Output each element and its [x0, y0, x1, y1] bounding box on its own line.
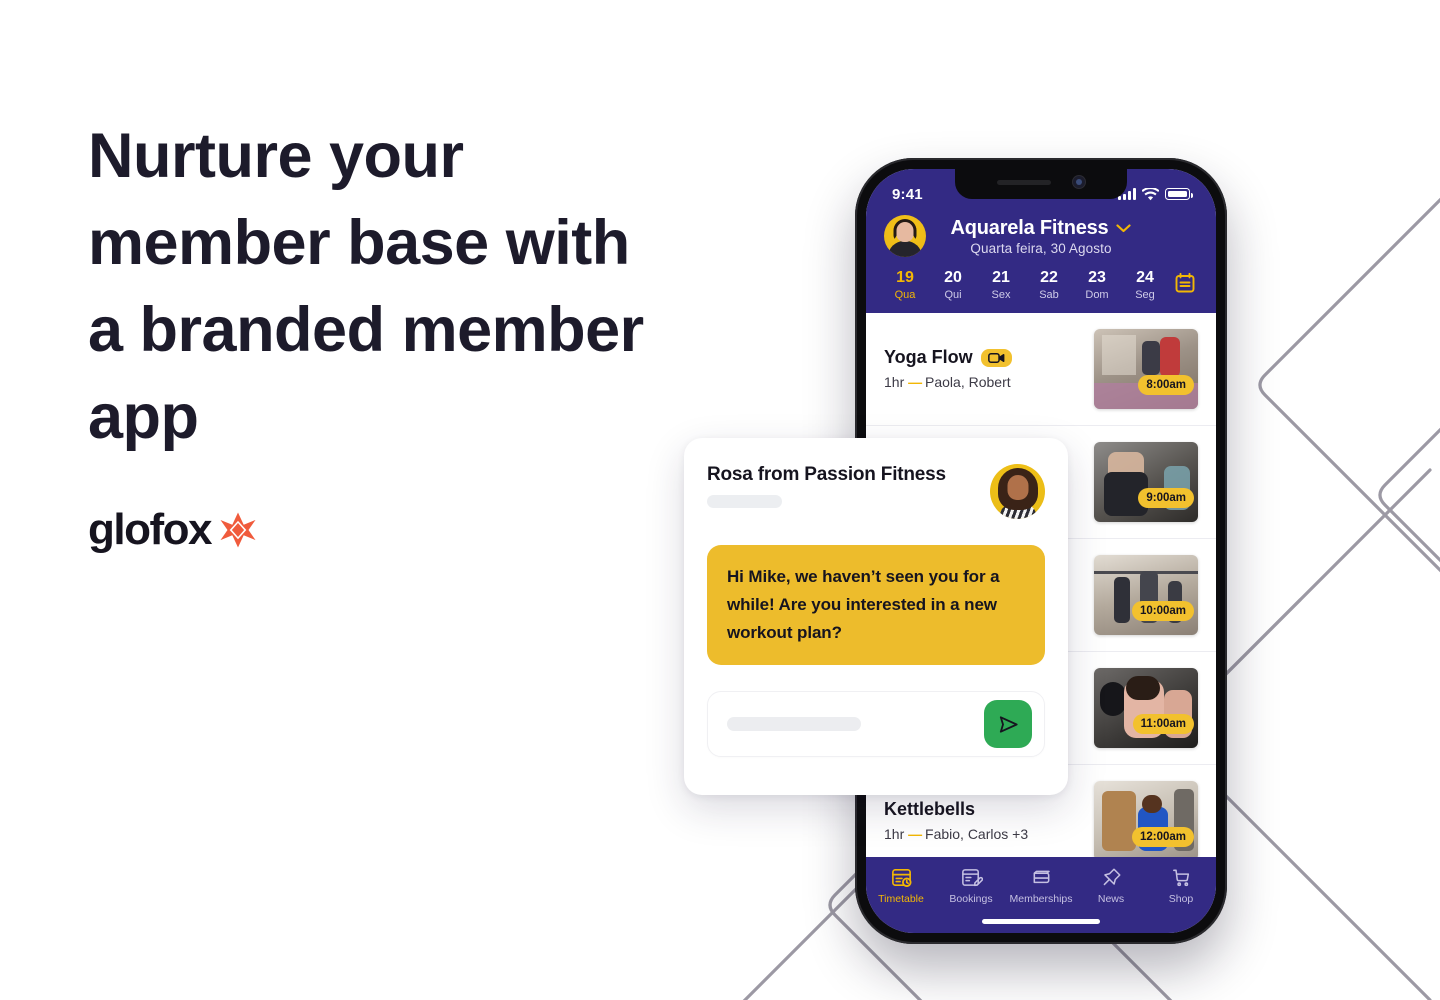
gym-title-block: Aquarela Fitness Quarta feira, 30 Agosto — [884, 217, 1198, 256]
class-info: Yoga Flow 1hr — Paola, Robert — [884, 347, 1012, 390]
rosa-avatar[interactable] — [990, 464, 1045, 519]
date-day: Qua — [894, 288, 916, 301]
current-date-label: Quarta feira, 30 Agosto — [970, 240, 1112, 256]
date-cell-5[interactable]: 24 Seg — [1122, 269, 1168, 301]
date-day: Sex — [991, 288, 1011, 301]
tab-timetable[interactable]: Timetable — [866, 866, 936, 905]
tab-label: News — [1097, 893, 1125, 905]
phone-notch — [955, 169, 1127, 199]
class-name: Kettlebells — [884, 799, 976, 820]
date-number: 24 — [1136, 269, 1154, 286]
date-day: Sab — [1039, 288, 1059, 301]
avatar[interactable] — [884, 215, 926, 257]
class-thumbnail[interactable]: 12:00am — [1094, 780, 1198, 861]
class-meta: 1hr — Fabio, Carlos +3 — [884, 826, 1028, 842]
class-trainers: Paola, Robert — [925, 374, 1011, 391]
gym-name-label: Aquarela Fitness — [950, 216, 1109, 239]
tab-shop[interactable]: Shop — [1146, 866, 1216, 905]
tab-memberships[interactable]: Memberships — [1006, 866, 1076, 905]
chat-sender-name: Rosa from Passion Fitness — [707, 464, 946, 485]
table-row[interactable]: Yoga Flow 1hr — Paola, Robert 8:00am — [866, 313, 1216, 426]
date-day: Seg — [1135, 288, 1155, 301]
class-name-row: Yoga Flow — [884, 347, 1012, 368]
date-number: 20 — [944, 269, 962, 286]
page-headline: Nurture your member base with a branded … — [88, 121, 644, 452]
chevron-down-icon[interactable] — [1116, 223, 1132, 233]
class-trainers: Fabio, Carlos +3 — [925, 826, 1029, 843]
chat-subtitle-placeholder — [707, 495, 782, 508]
chat-card: Rosa from Passion Fitness Hi Mike, we ha… — [684, 438, 1068, 795]
glofox-star-icon — [220, 512, 256, 548]
message-input-placeholder[interactable] — [727, 717, 861, 731]
class-info: Kettlebells 1hr — Fabio, Carlos +3 — [884, 799, 1028, 842]
tab-label: Memberships — [1009, 893, 1073, 905]
date-strip: 19 Qua 20 Qui 21 Sex 22 Sab 23 Dom 24 Se… — [866, 257, 1216, 303]
page-root: Nurture your member base with a branded … — [0, 0, 1440, 1000]
date-number: 22 — [1040, 269, 1058, 286]
earpiece-speaker — [997, 179, 1051, 185]
date-day: Qui — [944, 288, 962, 301]
shopping-cart-icon — [1172, 869, 1189, 887]
wifi-icon — [1142, 187, 1159, 200]
video-camera-icon[interactable] — [980, 348, 1012, 367]
class-thumbnail[interactable]: 11:00am — [1094, 667, 1198, 748]
class-thumbnail[interactable]: 8:00am — [1094, 328, 1198, 409]
bottom-tab-bar: Timetable Bookings Memberships News Shop — [866, 857, 1216, 933]
class-name: Yoga Flow — [884, 347, 973, 368]
status-icons — [1118, 187, 1193, 201]
send-paper-plane-icon — [999, 715, 1018, 733]
date-cell-4[interactable]: 23 Dom — [1074, 269, 1120, 301]
class-time-badge: 10:00am — [1131, 600, 1194, 621]
front-camera-icon — [1073, 176, 1085, 188]
date-number: 23 — [1088, 269, 1106, 286]
send-button[interactable] — [984, 700, 1032, 748]
date-cell-3[interactable]: 22 Sab — [1026, 269, 1072, 301]
meta-separator: — — [908, 826, 922, 843]
chat-sender-block: Rosa from Passion Fitness — [707, 464, 946, 508]
logo-wordmark: glofox — [88, 505, 212, 554]
class-duration: 1hr — [884, 826, 905, 843]
glofox-logo: glofox — [88, 508, 259, 552]
class-name-row: Kettlebells — [884, 799, 1028, 820]
gym-header-row: Aquarela Fitness Quarta feira, 30 Agosto — [866, 211, 1216, 257]
date-cell-2[interactable]: 21 Sex — [978, 269, 1024, 301]
chat-header: Rosa from Passion Fitness — [707, 464, 1045, 519]
tab-bookings[interactable]: Bookings — [936, 866, 1006, 905]
memberships-icon — [1033, 870, 1050, 884]
class-time-badge: 9:00am — [1138, 487, 1194, 508]
gym-name-button[interactable]: Aquarela Fitness — [951, 217, 1132, 240]
chat-input-row[interactable] — [707, 691, 1045, 757]
tab-label: Shop — [1168, 893, 1194, 905]
tab-label: Bookings — [949, 893, 993, 905]
class-time-badge: 11:00am — [1132, 713, 1194, 734]
class-time-badge: 12:00am — [1131, 826, 1194, 847]
calendar-icon[interactable] — [1170, 269, 1200, 295]
date-number: 19 — [896, 269, 914, 286]
battery-full-icon — [1165, 188, 1193, 200]
class-thumbnail[interactable]: 9:00am — [1094, 441, 1198, 522]
home-indicator — [982, 919, 1100, 924]
status-time: 9:41 — [892, 185, 923, 203]
class-meta: 1hr — Paola, Robert — [884, 374, 1012, 390]
tab-label: Timetable — [878, 893, 924, 905]
news-pin-icon — [1103, 868, 1121, 886]
class-thumbnail[interactable]: 10:00am — [1094, 554, 1198, 635]
bookings-icon — [961, 869, 983, 887]
class-time-badge: 8:00am — [1138, 374, 1194, 395]
date-cell-0[interactable]: 19 Qua — [882, 269, 928, 301]
class-duration: 1hr — [884, 374, 905, 391]
tab-news[interactable]: News — [1076, 866, 1146, 905]
timetable-icon — [891, 869, 911, 887]
meta-separator: — — [908, 374, 922, 391]
date-number: 21 — [992, 269, 1010, 286]
date-day: Dom — [1085, 288, 1109, 301]
chat-message-bubble: Hi Mike, we haven’t seen you for a while… — [707, 545, 1045, 665]
date-cell-1[interactable]: 20 Qui — [930, 269, 976, 301]
